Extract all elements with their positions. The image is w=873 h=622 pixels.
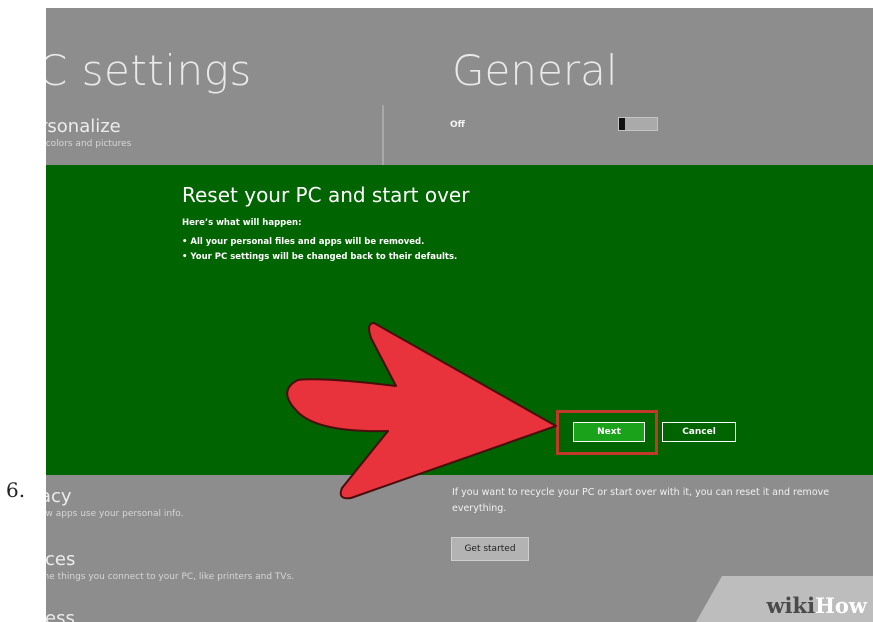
screenshot-frame: C settings General rsonalize , colors an… [46,8,873,622]
watermark-text: wikiHow [766,593,867,618]
watermark-text-wiki: wiki [766,593,816,618]
pointer-arrow-icon [286,322,557,500]
watermark-text-how: How [815,593,867,618]
step-number: 6. [6,478,26,502]
wikihow-watermark: wikiHow [696,576,873,622]
